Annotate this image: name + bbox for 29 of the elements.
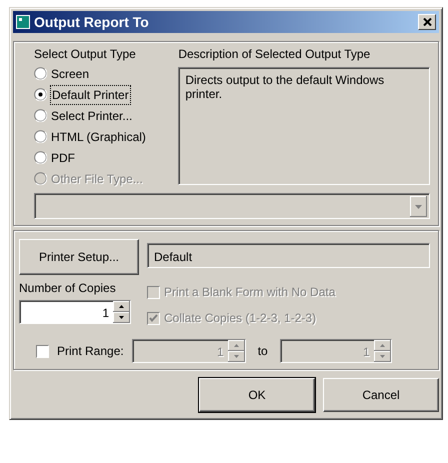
radio-option[interactable]: PDF bbox=[34, 147, 178, 168]
radio-button[interactable] bbox=[34, 88, 47, 101]
spin-up-button[interactable] bbox=[113, 301, 130, 312]
dialog-button[interactable]: Cancel bbox=[323, 378, 439, 412]
window-title: Output Report To bbox=[34, 12, 150, 32]
printer-field[interactable]: Default bbox=[147, 243, 430, 268]
window-icon bbox=[16, 15, 30, 29]
checkbox-label: Print a Blank Form with No Data bbox=[164, 284, 336, 301]
field-label: Print Range: bbox=[57, 343, 124, 360]
checkbox-label: Collate Copies (1-2-3, 1-2-3) bbox=[164, 310, 316, 327]
close-button[interactable] bbox=[418, 14, 436, 30]
copies-spinner[interactable]: 1 bbox=[19, 300, 131, 324]
field-label: to bbox=[256, 343, 269, 360]
dialog-button[interactable]: OK bbox=[199, 378, 315, 412]
section-label: Description of Selected Output Type bbox=[178, 46, 372, 63]
spin-down-button[interactable] bbox=[113, 312, 130, 323]
radio-option[interactable]: Default Printer bbox=[34, 84, 178, 105]
radio-button[interactable] bbox=[34, 67, 47, 80]
description-box: Directs output to the default Windows printer. bbox=[178, 67, 430, 185]
close-icon bbox=[422, 18, 432, 26]
radio-button[interactable] bbox=[34, 109, 47, 122]
field-label: Number of Copies bbox=[19, 280, 117, 297]
radio-button[interactable] bbox=[34, 130, 47, 143]
radio-button[interactable] bbox=[34, 151, 47, 164]
radio-option[interactable]: HTML (Graphical) bbox=[34, 126, 178, 147]
radio-option[interactable]: Screen bbox=[34, 63, 178, 84]
printer-setup-button[interactable]: Printer Setup... bbox=[19, 239, 139, 275]
radio-option[interactable]: Select Printer... bbox=[34, 105, 178, 126]
section-label: Select Output Type bbox=[34, 46, 137, 63]
